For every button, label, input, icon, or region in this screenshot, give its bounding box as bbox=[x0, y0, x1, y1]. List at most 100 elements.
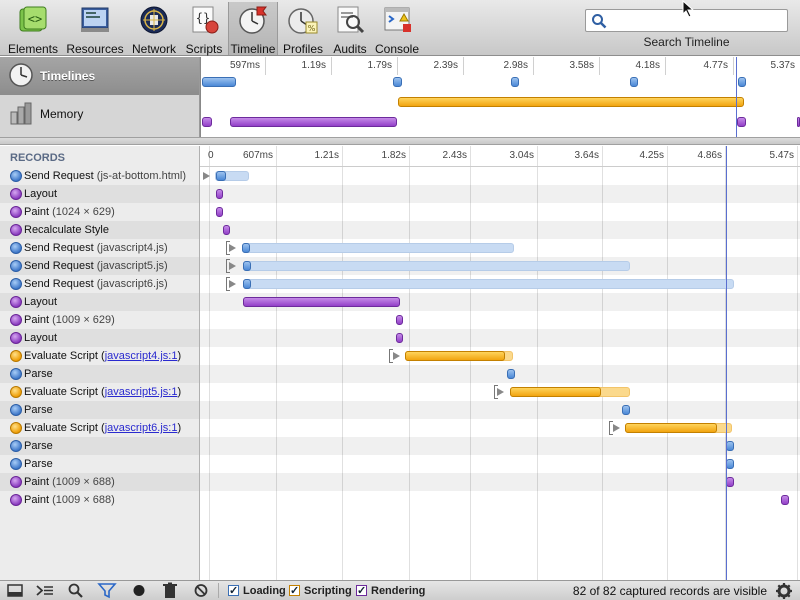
record-row[interactable]: Evaluate Script (javascript4.js:1) bbox=[0, 347, 199, 365]
timeline-row[interactable] bbox=[200, 167, 800, 185]
clear-icon[interactable] bbox=[190, 582, 212, 599]
record-icon[interactable] bbox=[128, 582, 150, 599]
loading-checkbox[interactable] bbox=[228, 583, 239, 599]
tab-resources[interactable]: Resources bbox=[66, 2, 124, 56]
timeline-row[interactable] bbox=[200, 239, 800, 257]
record-row[interactable]: Parse bbox=[0, 437, 199, 455]
record-row[interactable]: Send Request (javascript5.js) bbox=[0, 257, 199, 275]
tab-console-label: Console bbox=[374, 42, 420, 56]
record-bar bbox=[622, 405, 630, 415]
tab-audits-label: Audits bbox=[333, 42, 367, 56]
record-row[interactable]: Layout bbox=[0, 329, 199, 347]
overview-rendering-bar bbox=[737, 117, 746, 127]
timeline-row[interactable] bbox=[200, 185, 800, 203]
trash-icon[interactable] bbox=[159, 582, 181, 599]
timeline-row[interactable] bbox=[200, 203, 800, 221]
tab-elements[interactable]: <> Elements bbox=[4, 2, 62, 56]
expand-arrow-icon[interactable] bbox=[229, 262, 236, 270]
overview-scripting-row bbox=[200, 97, 800, 117]
record-label: Evaluate Script (javascript4.js:1) bbox=[24, 350, 182, 362]
tab-audits[interactable]: Audits bbox=[328, 2, 372, 56]
timeline-row[interactable] bbox=[200, 473, 800, 491]
expand-arrow-icon[interactable] bbox=[203, 172, 210, 180]
console-icon bbox=[384, 7, 411, 32]
record-row[interactable]: Parse bbox=[0, 455, 199, 473]
timeline-row[interactable] bbox=[200, 293, 800, 311]
record-bar bbox=[781, 495, 789, 505]
record-type-icon bbox=[10, 368, 22, 380]
record-row[interactable]: Recalculate Style bbox=[0, 221, 199, 239]
record-source-link[interactable]: javascript4.js:1 bbox=[105, 350, 178, 362]
record-row[interactable]: Paint (1009 × 629) bbox=[0, 311, 199, 329]
timeline-row[interactable] bbox=[200, 275, 800, 293]
pane-divider[interactable] bbox=[0, 137, 800, 145]
search-input[interactable] bbox=[612, 12, 782, 29]
status-bar: Loading Scripting Rendering 82 of 82 cap… bbox=[0, 580, 800, 600]
record-bar bbox=[510, 387, 601, 397]
record-label: Layout bbox=[24, 329, 57, 347]
record-row[interactable]: Parse bbox=[0, 401, 199, 419]
record-row[interactable]: Paint (1009 × 688) bbox=[0, 473, 199, 491]
record-bar bbox=[242, 243, 250, 253]
record-label: Paint (1009 × 629) bbox=[24, 311, 115, 329]
tab-timeline[interactable]: Timeline bbox=[228, 2, 278, 56]
rendering-checkbox[interactable] bbox=[356, 583, 367, 599]
search-icon[interactable] bbox=[65, 582, 87, 599]
record-row[interactable]: Send Request (javascript4.js) bbox=[0, 239, 199, 257]
overview-loading-bar bbox=[630, 77, 638, 87]
overview-graph[interactable]: 597ms 1.19s 1.79s 2.39s 2.98s 3.58s 4.18… bbox=[200, 57, 800, 137]
tab-console[interactable]: Console bbox=[374, 2, 420, 56]
scripting-checkbox[interactable] bbox=[289, 583, 300, 599]
record-row[interactable]: Evaluate Script (javascript5.js:1) bbox=[0, 383, 199, 401]
record-row[interactable]: Send Request (javascript6.js) bbox=[0, 275, 199, 293]
filter-rendering[interactable]: Rendering bbox=[356, 583, 425, 599]
filter-icon[interactable] bbox=[96, 582, 118, 599]
expand-arrow-icon[interactable] bbox=[229, 280, 236, 288]
timeline-row[interactable] bbox=[200, 311, 800, 329]
record-type-icon bbox=[10, 296, 22, 308]
timeline-row[interactable] bbox=[200, 455, 800, 473]
record-type-icon bbox=[10, 476, 22, 488]
record-source-link[interactable]: javascript6.js:1 bbox=[105, 422, 178, 434]
expand-arrow-icon[interactable] bbox=[393, 352, 400, 360]
tab-profiles[interactable]: % Profiles bbox=[280, 2, 326, 56]
record-detail: (1024 × 629) bbox=[52, 206, 115, 218]
record-row[interactable]: Layout bbox=[0, 293, 199, 311]
timeline-row[interactable] bbox=[200, 401, 800, 419]
record-bar bbox=[243, 261, 251, 271]
timeline-row[interactable] bbox=[200, 257, 800, 275]
timeline-row[interactable] bbox=[200, 491, 800, 509]
timeline-row[interactable] bbox=[200, 347, 800, 365]
overview-item-timelines[interactable]: Timelines bbox=[0, 57, 199, 95]
record-row[interactable]: Paint (1009 × 688) bbox=[0, 491, 199, 509]
timeline-row[interactable] bbox=[200, 329, 800, 347]
timeline-grid[interactable]: 0 607ms 1.21s 1.82s 2.43s 3.04s 3.64s 4.25s 4.86… bbox=[200, 146, 800, 580]
tab-scripts[interactable]: {} Scripts bbox=[182, 2, 226, 56]
timeline-row[interactable] bbox=[200, 365, 800, 383]
record-row[interactable]: Evaluate Script (javascript6.js:1) bbox=[0, 419, 199, 437]
timeline-row[interactable] bbox=[200, 383, 800, 401]
expand-arrow-icon[interactable] bbox=[229, 244, 236, 252]
record-row[interactable]: Send Request (js-at-bottom.html) bbox=[0, 167, 199, 185]
timeline-row[interactable] bbox=[200, 419, 800, 437]
record-row[interactable]: Paint (1024 × 629) bbox=[0, 203, 199, 221]
gear-icon[interactable] bbox=[775, 582, 793, 600]
dock-icon[interactable] bbox=[4, 582, 26, 599]
record-type-icon bbox=[10, 170, 22, 182]
record-type-icon bbox=[10, 386, 22, 398]
tab-network[interactable]: Network bbox=[128, 2, 180, 56]
console-toggle-icon[interactable] bbox=[34, 582, 56, 599]
filter-loading[interactable]: Loading bbox=[228, 583, 286, 599]
expand-arrow-icon[interactable] bbox=[613, 424, 620, 432]
expand-arrow-icon[interactable] bbox=[497, 388, 504, 396]
tab-profiles-label: Profiles bbox=[282, 42, 323, 56]
overview-window-handle[interactable] bbox=[736, 57, 737, 137]
overview-loading-bar bbox=[511, 77, 519, 87]
overview-item-memory[interactable]: Memory bbox=[0, 95, 199, 133]
timeline-row[interactable] bbox=[200, 221, 800, 239]
record-row[interactable]: Parse bbox=[0, 365, 199, 383]
record-source-link[interactable]: javascript5.js:1 bbox=[105, 386, 178, 398]
timeline-row[interactable] bbox=[200, 437, 800, 455]
filter-scripting[interactable]: Scripting bbox=[289, 583, 352, 599]
record-row[interactable]: Layout bbox=[0, 185, 199, 203]
